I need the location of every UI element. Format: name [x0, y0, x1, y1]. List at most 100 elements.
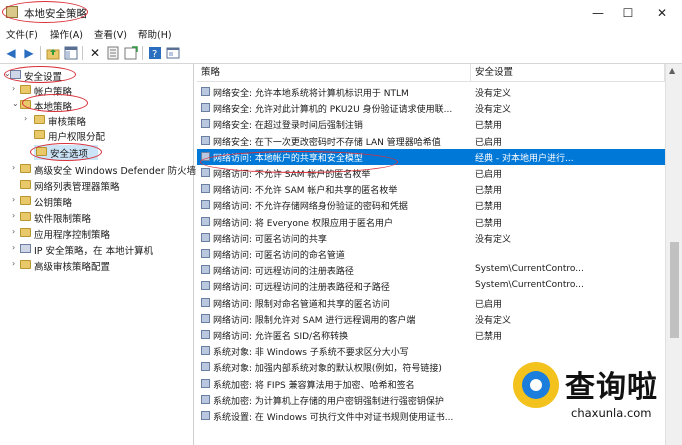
chevron-right-icon[interactable]: ›: [12, 211, 20, 220]
properties-icon[interactable]: [106, 46, 120, 60]
table-row[interactable]: 网络访问: 将 Everyone 权限应用于匿名用户 已禁用: [197, 214, 665, 230]
policy-name: 网络访问: 允许匿名 SID/名称转换: [213, 332, 349, 342]
highlight-circle: [4, 66, 76, 83]
table-row[interactable]: 网络访问: 限制对命名管道和共享的匿名访问 已启用: [197, 295, 665, 311]
policy-setting: 已启用: [475, 170, 503, 180]
policy-name: 系统对象: 加强内部系统对象的默认权限(例如，符号链接): [213, 364, 442, 375]
policy-name: 系统设置: 在 Windows 可执行文件中对证书规则使用证书...: [213, 413, 454, 423]
policy-item-icon: [201, 87, 210, 96]
policy-name: 系统对象: 非 Windows 子系统不要求区分大小写: [213, 348, 409, 359]
table-row[interactable]: 网络访问: 允许匿名 SID/名称转换 已禁用: [197, 327, 665, 343]
table-row[interactable]: 网络访问: 不允许存储网络身份验证的密码和凭据 已禁用: [197, 197, 665, 213]
export-list-icon[interactable]: [124, 46, 138, 60]
tree-item-label: 应用程序控制策略: [34, 230, 111, 241]
tree-item-label: 高级安全 Windows Defender 防火墙: [34, 166, 197, 177]
policy-setting: 没有定义: [475, 89, 512, 99]
console-view-icon[interactable]: [166, 46, 180, 60]
policy-setting: 没有定义: [475, 105, 512, 116]
minimize-button[interactable]: —: [584, 4, 612, 22]
policy-item-icon: [201, 313, 210, 323]
toolbar-separator: [40, 46, 41, 60]
column-header-policy[interactable]: 策略: [197, 64, 471, 82]
table-row[interactable]: 网络访问: 不允许 SAM 帐户和共享的匿名枚举 已禁用: [197, 181, 665, 197]
toolbar: ◀ ▶ ✕ ?: [0, 42, 682, 64]
close-button[interactable]: ✕: [648, 4, 676, 22]
policy-setting: 已启用: [475, 137, 503, 148]
tree-item-audit-policy[interactable]: › 审核策略: [0, 113, 194, 128]
tree-item-account-policies[interactable]: › 帐户策略: [0, 83, 194, 98]
back-arrow-icon[interactable]: ◀: [4, 46, 18, 60]
chevron-right-icon[interactable]: ›: [12, 195, 20, 204]
tree-item-ip-security[interactable]: › IP 安全策略，在 本地计算机: [0, 242, 194, 257]
policy-item-icon: [201, 378, 210, 388]
policy-name: 网络访问: 可远程访问的注册表路径: [213, 267, 354, 278]
watermark-text: 查询啦: [565, 370, 658, 405]
tree-item-public-key-policies[interactable]: › 公钥策略: [0, 194, 194, 209]
table-row[interactable]: 网络访问: 可匿名访问的共享 没有定义: [197, 230, 665, 246]
watermark-url: chaxunla.com: [571, 406, 652, 420]
policy-setting: 已禁用: [475, 202, 503, 213]
policy-setting: 经典 - 对本地用户进行...: [475, 153, 574, 164]
forward-arrow-icon[interactable]: ▶: [22, 46, 36, 60]
ip-security-icon: [20, 244, 31, 253]
scroll-up-icon[interactable]: ▲: [669, 66, 675, 75]
scroll-thumb[interactable]: [670, 242, 679, 338]
table-row[interactable]: 网络安全: 在下一次更改密码时不存储 LAN 管理器哈希值 已启用: [197, 133, 665, 149]
policy-name: 网络安全: 在超过登录时间后强制注销: [213, 121, 363, 132]
maximize-button[interactable]: ☐: [614, 4, 642, 22]
column-header-setting[interactable]: 安全设置: [471, 64, 665, 82]
policy-item-icon: [201, 297, 210, 307]
policy-setting: 已启用: [475, 299, 503, 310]
policy-setting: System\CurrentContro...: [475, 264, 584, 275]
chevron-down-icon[interactable]: ⌄: [12, 99, 20, 108]
menu-file[interactable]: 文件(F): [6, 27, 38, 41]
watermark-logo-icon: [513, 362, 559, 408]
tree-item-network-list-manager[interactable]: 网络列表管理器策略: [0, 178, 194, 193]
menu-help[interactable]: 帮助(H): [138, 27, 172, 41]
table-row[interactable]: 网络安全: 在超过登录时间后强制注销 已禁用: [197, 116, 665, 132]
folder-icon: [20, 260, 31, 269]
folder-icon: [20, 228, 31, 237]
table-row[interactable]: 网络访问: 可远程访问的注册表路径和子路径 System\CurrentContr…: [197, 278, 665, 294]
chevron-right-icon[interactable]: ›: [12, 163, 20, 172]
table-row[interactable]: 网络访问: 限制允许对 SAM 进行远程调用的客户端 没有定义: [197, 311, 665, 327]
chevron-right-icon[interactable]: ›: [12, 84, 20, 93]
menu-action[interactable]: 操作(A): [50, 27, 83, 41]
tree-item-defender-firewall[interactable]: › 高级安全 Windows Defender 防火墙: [0, 162, 197, 177]
policy-setting: System\CurrentContro...: [475, 280, 584, 291]
tree-item-application-control[interactable]: › 应用程序控制策略: [0, 226, 194, 241]
table-row[interactable]: 网络访问: 可远程访问的注册表路径 System\CurrentContro...: [197, 262, 665, 278]
policy-setting: 没有定义: [475, 315, 512, 326]
policy-name: 网络安全: 允许对此计算机的 PKU2U 身份验证请求使用联...: [213, 105, 453, 116]
show-tree-icon[interactable]: [64, 46, 78, 60]
chevron-right-icon[interactable]: ›: [12, 259, 20, 268]
policy-item-icon: [201, 232, 210, 242]
tree-item-advanced-audit[interactable]: › 高级审核策略配置: [0, 258, 194, 273]
delete-icon[interactable]: ✕: [88, 46, 102, 60]
highlight-circle: [2, 1, 88, 23]
tree-item-label: 软件限制策略: [34, 214, 92, 225]
up-folder-icon[interactable]: [46, 46, 60, 60]
chevron-right-icon[interactable]: ›: [12, 227, 20, 236]
policy-item-icon: [201, 265, 210, 275]
policy-name: 网络安全: 允许本地系统将计算机标识用于 NTLM: [213, 89, 409, 99]
folder-icon: [20, 196, 31, 205]
policy-name: 网络安全: 在下一次更改密码时不存储 LAN 管理器哈希值: [213, 137, 441, 148]
policy-setting: 已禁用: [475, 121, 503, 132]
tree-item-user-rights[interactable]: 用户权限分配: [0, 128, 194, 143]
policy-name: 网络访问: 不允许 SAM 帐户和共享的匿名枚举: [213, 186, 398, 197]
menu-view[interactable]: 查看(V): [94, 27, 127, 41]
toolbar-separator: [82, 46, 83, 60]
table-row[interactable]: 网络安全: 允许本地系统将计算机标识用于 NTLM 没有定义: [197, 84, 665, 100]
policy-item-icon: [201, 200, 210, 210]
folder-icon: [20, 164, 31, 173]
chevron-right-icon[interactable]: ›: [12, 243, 20, 252]
table-row[interactable]: 网络访问: 可匿名访问的命名管道: [197, 246, 665, 262]
policy-item-icon: [201, 249, 210, 258]
tree-item-software-restriction[interactable]: › 软件限制策略: [0, 210, 194, 225]
help-icon[interactable]: ?: [148, 46, 162, 60]
chevron-right-icon[interactable]: ›: [24, 114, 32, 123]
tree-item-label: 审核策略: [48, 117, 87, 128]
policy-item-icon: [201, 184, 210, 194]
table-row[interactable]: 网络安全: 允许对此计算机的 PKU2U 身份验证请求使用联... 没有定义: [197, 100, 665, 116]
